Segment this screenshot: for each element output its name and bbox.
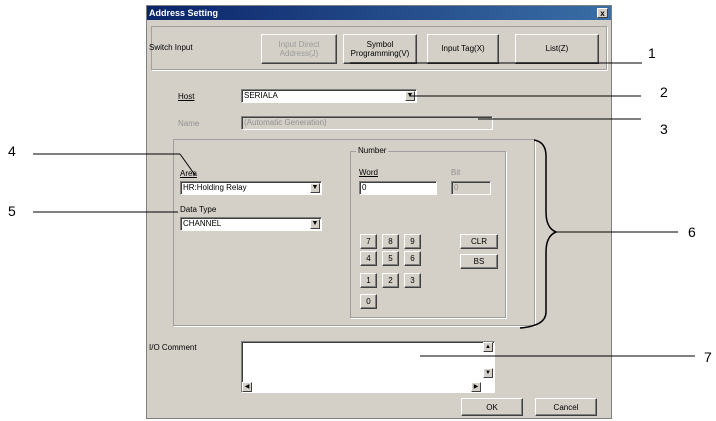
- bracket-6: [519, 139, 559, 329]
- callout-1: 1: [648, 45, 656, 61]
- callout-line-4b: [179, 153, 196, 176]
- callout-4: 4: [8, 143, 16, 159]
- callout-2: 2: [660, 84, 668, 100]
- callout-6: 6: [688, 224, 696, 240]
- callout-5: 5: [8, 203, 16, 219]
- callout-lines: [33, 62, 695, 357]
- callout-3: 3: [660, 121, 668, 137]
- callout-7: 7: [704, 349, 712, 365]
